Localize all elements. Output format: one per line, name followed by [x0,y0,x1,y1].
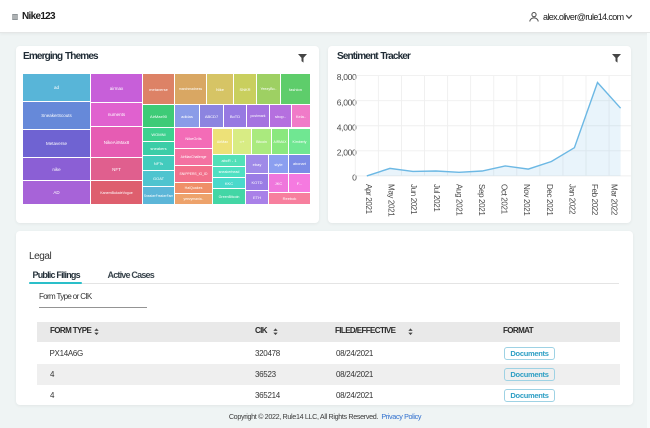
svg-text:2,000: 2,000 [337,147,357,157]
svg-text:8,000: 8,000 [337,72,357,82]
svg-text:4,000: 4,000 [337,122,357,132]
svg-text:Oct 2021: Oct 2021 [500,184,509,215]
svg-text:Aug 2021: Aug 2021 [454,184,463,216]
svg-text:May 2021: May 2021 [387,184,396,217]
svg-text:Feb 2022: Feb 2022 [590,184,599,216]
svg-text:Mar 2022: Mar 2022 [610,184,619,216]
svg-text:Jan 2022: Jan 2022 [567,184,576,215]
svg-text:Sep 2021: Sep 2021 [477,184,486,216]
svg-text:Jul 2021: Jul 2021 [432,184,441,212]
svg-text:0: 0 [352,173,357,183]
svg-text:Nov 2021: Nov 2021 [522,184,531,216]
svg-text:Jun 2021: Jun 2021 [409,184,418,215]
svg-text:Apr 2021: Apr 2021 [364,184,373,215]
svg-text:6,000: 6,000 [337,97,357,107]
svg-text:Dec 2021: Dec 2021 [545,184,554,216]
